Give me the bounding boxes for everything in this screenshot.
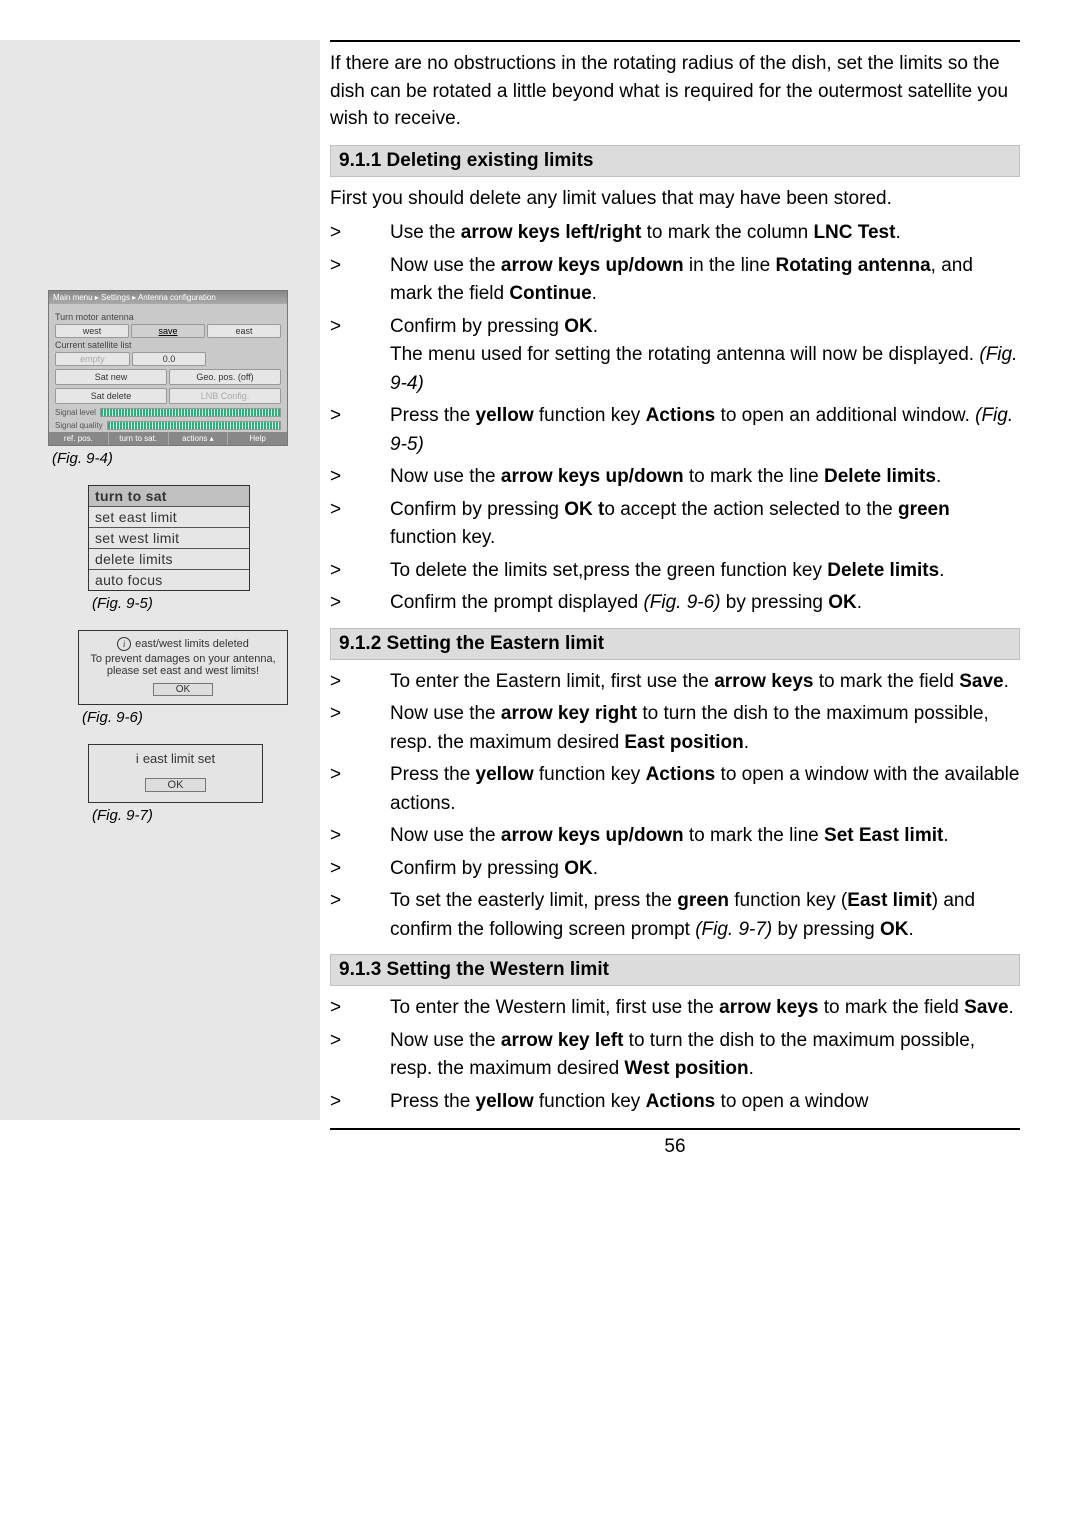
fig94-satdel: Sat delete	[55, 388, 167, 404]
fig96-body: To prevent damages on your antenna, plea…	[83, 653, 283, 677]
fig94-b1: ref. pos.	[49, 432, 109, 445]
heading-912: 9.1.2 Setting the Eastern limit	[330, 628, 1020, 660]
fig94-sigq-bar	[107, 421, 281, 430]
step-911-b: >Now use the arrow keys up/down in the l…	[330, 252, 1020, 309]
step-911-f: >Confirm by pressing OK to accept the ac…	[330, 496, 1020, 553]
step-911-a: >Use the arrow keys left/right to mark t…	[330, 219, 1020, 248]
fig94-west-button: west	[55, 324, 129, 338]
step-911-h: >Confirm the prompt displayed (Fig. 9-6)…	[330, 589, 1020, 618]
fig95-r4: delete limits	[89, 549, 249, 570]
fig97-title: east limit set	[143, 751, 215, 766]
fig95-r2: set east limit	[89, 507, 249, 528]
step-911-e: >Now use the arrow keys up/down to mark …	[330, 463, 1020, 492]
fig94-east-button: east	[207, 324, 281, 338]
fig94-caption: (Fig. 9-4)	[52, 450, 305, 467]
fig95-r3: set west limit	[89, 528, 249, 549]
step-912-f: >To set the easterly limit, press the gr…	[330, 887, 1020, 944]
fig97-caption: (Fig. 9-7)	[92, 807, 305, 824]
figure-9-5: turn to sat set east limit set west limi…	[88, 485, 250, 591]
fig94-curr-label: Current satellite list	[55, 340, 281, 350]
fig96-ok: OK	[153, 683, 213, 696]
fig95-r5: auto focus	[89, 570, 249, 590]
sidebar-figures: Main menu ▸ Settings ▸ Antenna configura…	[0, 40, 320, 1120]
fig94-siglvl: Signal level	[55, 408, 96, 417]
info-icon: i	[136, 751, 139, 766]
page-number: 56	[330, 1128, 1020, 1158]
fig96-caption: (Fig. 9-6)	[82, 709, 305, 726]
heading-911: 9.1.1 Deleting existing limits	[330, 145, 1020, 177]
fig94-empty: empty	[55, 352, 130, 366]
intro-text: If there are no obstructions in the rota…	[330, 50, 1020, 133]
figure-9-6: i east/west limits deleted To prevent dam…	[78, 630, 288, 705]
step-912-a: >To enter the Eastern limit, first use t…	[330, 668, 1020, 697]
lead-911: First you should delete any limit values…	[330, 185, 1020, 214]
step-911-g: >To delete the limits set,press the gree…	[330, 557, 1020, 586]
step-913-c: >Press the yellow function key Actions t…	[330, 1088, 1020, 1117]
fig97-ok: OK	[145, 778, 207, 792]
fig94-sigq: Signal quality	[55, 421, 103, 430]
fig94-save-button: save	[131, 324, 205, 338]
fig94-b2: turn to sat.	[109, 432, 169, 445]
figure-9-4: Main menu ▸ Settings ▸ Antenna configura…	[48, 290, 288, 446]
fig94-siglvl-bar	[100, 408, 281, 417]
fig94-turn-label: Turn motor antenna	[55, 312, 281, 322]
fig94-lnb: LNB Config.	[169, 388, 281, 404]
info-icon: i	[117, 637, 131, 651]
step-913-b: >Now use the arrow key left to turn the …	[330, 1027, 1020, 1084]
step-913-a: >To enter the Western limit, first use t…	[330, 994, 1020, 1023]
fig94-b4: Help	[228, 432, 287, 445]
fig94-geo: Geo. pos. (off)	[169, 369, 281, 385]
main-content: If there are no obstructions in the rota…	[320, 40, 1020, 1120]
step-912-b: >Now use the arrow key right to turn the…	[330, 700, 1020, 757]
fig94-satnew: Sat new	[55, 369, 167, 385]
heading-913: 9.1.3 Setting the Western limit	[330, 954, 1020, 986]
fig94-deg: 0.0	[132, 352, 207, 366]
fig96-title: east/west limits deleted	[135, 638, 249, 650]
step-911-d: >Press the yellow function key Actions t…	[330, 402, 1020, 459]
step-912-c: >Press the yellow function key Actions t…	[330, 761, 1020, 818]
step-911-c: >Confirm by pressing OK.The menu used fo…	[330, 313, 1020, 399]
top-rule	[330, 40, 1020, 42]
fig95-r1: turn to sat	[89, 486, 249, 507]
fig95-caption: (Fig. 9-5)	[92, 595, 305, 612]
page: Main menu ▸ Settings ▸ Antenna configura…	[0, 0, 1080, 1178]
fig94-breadcrumb: Main menu ▸ Settings ▸ Antenna configura…	[49, 291, 287, 304]
figure-9-7: i east limit set OK	[88, 744, 263, 803]
fig94-bottombar: ref. pos. turn to sat. actions ▴ Help	[49, 432, 287, 445]
step-912-e: >Confirm by pressing OK.	[330, 855, 1020, 884]
fig94-b3: actions ▴	[169, 432, 229, 445]
step-912-d: >Now use the arrow keys up/down to mark …	[330, 822, 1020, 851]
